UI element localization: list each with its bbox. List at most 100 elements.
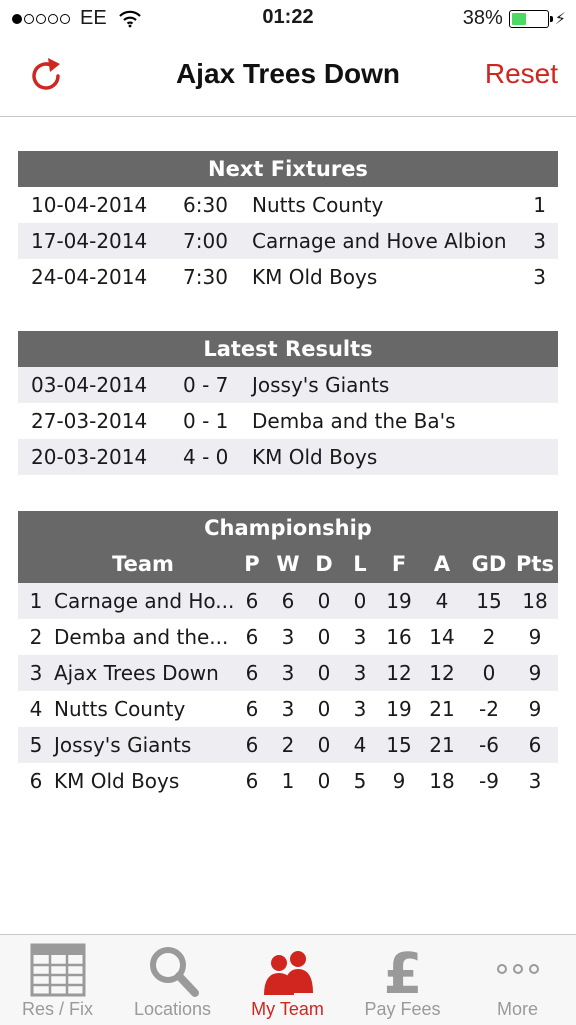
result-opponent: Demba and the Ba's — [252, 409, 456, 433]
reset-button[interactable]: Reset — [485, 58, 558, 90]
lost-value: 3 — [353, 661, 367, 685]
team-name: Nutts County — [54, 697, 186, 721]
pound-icon: £ — [383, 943, 422, 997]
goal-diff-value: -9 — [479, 769, 499, 793]
played-value: 6 — [245, 589, 259, 613]
fixture-number: 3 — [533, 229, 546, 253]
drawn-value: 0 — [317, 733, 331, 757]
tab-res-fix[interactable]: Res / Fix — [0, 935, 115, 1025]
table-row[interactable]: 5 Jossy's Giants 6 2 0 4 15 21 -6 6 — [18, 727, 558, 763]
against-value: 4 — [435, 589, 449, 613]
tab-pay-fees[interactable]: £ Pay Fees — [345, 935, 460, 1025]
section-header: Latest Results — [18, 331, 558, 367]
status-bar: EE 01:22 38% ⚡ — [0, 0, 576, 38]
charging-icon: ⚡ — [554, 9, 566, 28]
fixture-time: 7:00 — [183, 229, 228, 253]
tab-label: Pay Fees — [364, 999, 441, 1019]
team-name: Ajax Trees Down — [54, 661, 219, 685]
team-position: 6 — [29, 769, 43, 793]
fixture-time: 6:30 — [183, 193, 228, 217]
lost-value: 5 — [353, 769, 367, 793]
points-value: 9 — [528, 661, 542, 685]
col-won: W — [276, 552, 300, 576]
col-against: A — [433, 552, 451, 576]
fixture-date: 24-04-2014 — [31, 265, 148, 289]
magnifier-icon — [149, 947, 199, 997]
fixture-row[interactable]: 24-04-2014 7:30 KM Old Boys 3 — [18, 259, 558, 295]
table-row[interactable]: 3 Ajax Trees Down 6 3 0 3 12 12 0 9 — [18, 655, 558, 691]
tab-label: Locations — [133, 999, 212, 1019]
against-value: 14 — [429, 625, 455, 649]
won-value: 3 — [281, 697, 295, 721]
played-value: 6 — [245, 697, 259, 721]
next-fixtures-section: Next Fixtures 10-04-2014 6:30 Nutts Coun… — [18, 151, 558, 295]
tab-label: My Team — [251, 999, 324, 1019]
result-row[interactable]: 03-04-2014 0 - 7 Jossy's Giants — [18, 367, 558, 403]
result-date: 20-03-2014 — [31, 445, 148, 469]
fixture-number: 1 — [533, 193, 546, 217]
against-value: 12 — [429, 661, 455, 685]
team-name: Demba and the... — [54, 625, 229, 649]
fixture-opponent: KM Old Boys — [252, 265, 378, 289]
for-value: 19 — [386, 697, 412, 721]
drawn-value: 0 — [317, 661, 331, 685]
tab-locations[interactable]: Locations — [115, 935, 230, 1025]
against-value: 21 — [429, 697, 455, 721]
goal-diff-value: -6 — [479, 733, 499, 757]
fixture-row[interactable]: 17-04-2014 7:00 Carnage and Hove Albion … — [18, 223, 558, 259]
tab-label: More — [496, 999, 538, 1019]
for-value: 16 — [386, 625, 412, 649]
fixture-opponent: Carnage and Hove Albion — [252, 229, 507, 253]
result-opponent: KM Old Boys — [252, 445, 378, 469]
goal-diff-value: 2 — [482, 625, 496, 649]
team-position: 2 — [29, 625, 43, 649]
won-value: 2 — [281, 733, 295, 757]
more-dots-icon — [496, 964, 539, 974]
team-name: KM Old Boys — [54, 769, 180, 793]
for-value: 15 — [386, 733, 412, 757]
played-value: 6 — [245, 769, 259, 793]
played-value: 6 — [245, 733, 259, 757]
col-lost: L — [353, 552, 367, 576]
result-row[interactable]: 20-03-2014 4 - 0 KM Old Boys — [18, 439, 558, 475]
table-row[interactable]: 4 Nutts County 6 3 0 3 19 21 -2 9 — [18, 691, 558, 727]
played-value: 6 — [245, 625, 259, 649]
col-played: P — [244, 552, 260, 576]
for-value: 9 — [392, 769, 406, 793]
col-for: F — [391, 552, 407, 576]
result-date: 03-04-2014 — [31, 373, 148, 397]
battery-icon — [508, 9, 553, 28]
result-score: 0 - 1 — [183, 409, 229, 433]
won-value: 3 — [281, 661, 295, 685]
team-icon — [263, 951, 313, 995]
col-points: Pts — [516, 552, 554, 576]
col-goal-diff: GD — [471, 552, 507, 576]
points-value: 9 — [528, 697, 542, 721]
tab-my-team[interactable]: My Team — [230, 935, 345, 1025]
lost-value: 4 — [353, 733, 367, 757]
points-value: 18 — [522, 589, 548, 613]
drawn-value: 0 — [317, 625, 331, 649]
for-value: 19 — [386, 589, 412, 613]
team-position: 5 — [29, 733, 43, 757]
championship-section: Championship Team P W D L F A GD Pts 1 Ca… — [18, 511, 558, 799]
table-row[interactable]: 1 Carnage and Ho... 6 6 0 0 19 4 15 18 — [18, 583, 558, 619]
won-value: 6 — [281, 589, 295, 613]
goal-diff-value: -2 — [479, 697, 499, 721]
table-row[interactable]: 6 KM Old Boys 6 1 0 5 9 18 -9 3 — [18, 763, 558, 799]
svg-text:£: £ — [383, 943, 422, 997]
result-score: 0 - 7 — [183, 373, 229, 397]
latest-results-section: Latest Results 03-04-2014 0 - 7 Jossy's … — [18, 331, 558, 475]
tab-label: Res / Fix — [21, 999, 93, 1019]
navigation-bar: Ajax Trees Down Reset — [0, 38, 576, 117]
tab-more[interactable]: More — [460, 935, 575, 1025]
result-row[interactable]: 27-03-2014 0 - 1 Demba and the Ba's — [18, 403, 558, 439]
fixture-row[interactable]: 10-04-2014 6:30 Nutts County 1 — [18, 187, 558, 223]
goal-diff-value: 15 — [476, 589, 502, 613]
won-value: 3 — [281, 625, 295, 649]
table-row[interactable]: 2 Demba and the... 6 3 0 3 16 14 2 9 — [18, 619, 558, 655]
league-table-header: Championship Team P W D L F A GD Pts — [18, 511, 558, 583]
drawn-value: 0 — [317, 769, 331, 793]
team-name: Carnage and Ho... — [54, 589, 235, 613]
team-position: 4 — [29, 697, 43, 721]
